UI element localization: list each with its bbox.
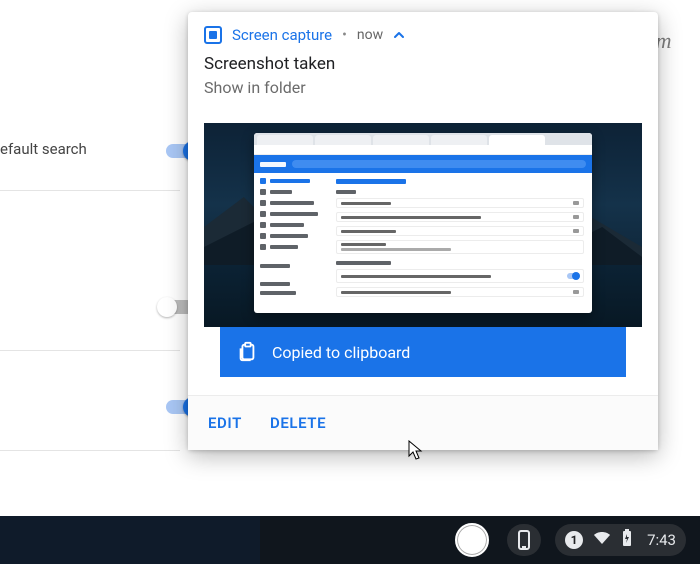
- clipboard-icon: [236, 341, 258, 363]
- notification-count-badge: 1: [565, 531, 583, 549]
- chevron-up-icon[interactable]: [393, 29, 405, 41]
- shelf-wallpaper-strip: [0, 516, 260, 564]
- delete-button[interactable]: DELETE: [270, 414, 326, 432]
- screenshot-stage: efault search groovyPost.com Screen capt…: [0, 0, 700, 564]
- notification-body: Screenshot taken Show in folder: [188, 54, 658, 109]
- notification-actions: EDIT DELETE: [188, 395, 658, 450]
- clipboard-banner-text: Copied to clipboard: [272, 343, 410, 362]
- phone-hub-button[interactable]: [507, 524, 541, 556]
- battery-charging-icon: [621, 529, 633, 551]
- screen-capture-icon: [204, 26, 222, 44]
- thumbnail-chrome-window: [254, 133, 592, 313]
- notification-header[interactable]: Screen capture • now: [188, 12, 658, 50]
- chromeos-shelf: 1 7:43: [0, 516, 700, 564]
- notification-title: Screenshot taken: [204, 54, 642, 74]
- divider: [0, 450, 180, 451]
- divider: [0, 350, 180, 351]
- shelf-clock: 7:43: [647, 531, 676, 549]
- edit-button[interactable]: EDIT: [208, 414, 242, 432]
- show-in-folder-link[interactable]: Show in folder: [204, 78, 642, 97]
- wifi-icon: [593, 531, 611, 549]
- notification-time: now: [357, 27, 383, 43]
- screenshot-thumbnail[interactable]: Copied to clipboard: [204, 123, 642, 377]
- status-tray[interactable]: 1 7:43: [555, 524, 686, 556]
- notification-card: Screen capture • now Screenshot taken Sh…: [188, 12, 658, 450]
- separator-dot: •: [342, 27, 347, 43]
- recent-thumbnail-tote[interactable]: [455, 523, 489, 557]
- notification-app-name: Screen capture: [232, 26, 332, 44]
- settings-row-label: efault search: [0, 140, 87, 158]
- clipboard-banner: Copied to clipboard: [220, 327, 626, 377]
- divider: [0, 190, 180, 191]
